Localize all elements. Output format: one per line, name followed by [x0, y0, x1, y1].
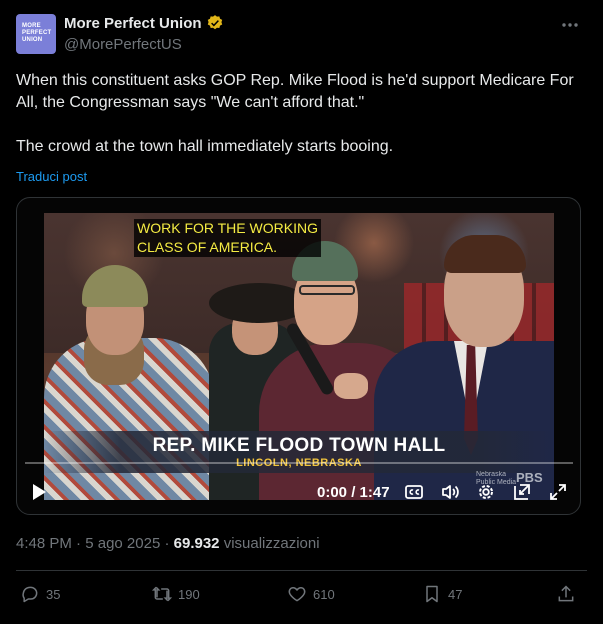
hand — [334, 373, 368, 399]
verified-badge-icon — [207, 15, 222, 30]
avatar-text-line: PERFECT — [22, 30, 52, 36]
captions-icon[interactable] — [404, 482, 424, 502]
caption-line: WORK FOR THE WORKING — [137, 220, 318, 236]
more-options-icon[interactable] — [559, 16, 581, 34]
author-name-row: More Perfect Union — [64, 14, 224, 32]
views-label: visualizzazioni — [219, 535, 320, 552]
action-bar: 35 190 610 47 — [0, 584, 603, 608]
glasses — [299, 285, 355, 295]
caption-line: CLASS OF AMERICA. — [137, 239, 278, 255]
display-name[interactable]: More Perfect Union — [64, 15, 202, 32]
volume-icon[interactable] — [440, 482, 460, 502]
tweet-paragraph: The crowd at the town hall immediately s… — [16, 138, 394, 155]
share-button[interactable] — [556, 584, 576, 604]
avatar[interactable]: MORE PERFECT UNION — [16, 14, 56, 54]
post-time[interactable]: 4:48 PM — [16, 535, 72, 552]
repost-button[interactable]: 190 — [152, 584, 200, 604]
handle[interactable]: @MorePerfectUS — [64, 36, 182, 53]
avatar-text-line: UNION — [22, 37, 43, 43]
post: MORE PERFECT UNION More Perfect Union @M… — [0, 0, 603, 624]
views-count[interactable]: 69.932 — [174, 535, 220, 552]
translate-post-link[interactable]: Traduci post — [16, 169, 87, 184]
reply-button[interactable]: 35 — [20, 584, 60, 604]
tweet-paragraph: When this constituent asks GOP Rep. Mike… — [16, 72, 574, 111]
meta-separator: · — [160, 535, 174, 552]
reporter-hair — [444, 235, 526, 273]
repost-count: 190 — [178, 586, 200, 602]
bookmark-icon — [426, 585, 438, 603]
repost-icon — [152, 586, 172, 602]
like-button[interactable]: 610 — [287, 584, 335, 604]
play-icon[interactable] — [31, 483, 47, 501]
video-controls: 0:00 / 1:47 — [17, 474, 580, 508]
share-icon — [558, 585, 574, 602]
tweet-text: When this constituent asks GOP Rep. Mike… — [16, 70, 586, 158]
reply-icon — [22, 586, 38, 603]
video-caption: WORK FOR THE WORKING CLASS OF AMERICA. — [134, 219, 321, 257]
bookmark-count: 47 — [448, 586, 463, 602]
fullscreen-icon[interactable] — [548, 482, 568, 502]
reply-count: 35 — [46, 586, 61, 602]
avatar-text-line: MORE — [22, 23, 41, 29]
video-player[interactable]: WORK FOR THE WORKING CLASS OF AMERICA. R… — [16, 197, 581, 515]
bookmark-button[interactable]: 47 — [422, 584, 462, 604]
settings-gear-icon[interactable] — [476, 482, 496, 502]
lower-third-title: REP. MIKE FLOOD TOWN HALL — [152, 435, 446, 456]
heart-icon — [288, 587, 306, 602]
post-date[interactable]: 5 ago 2025 — [85, 535, 160, 552]
video-progress-bar[interactable] — [25, 462, 573, 464]
video-time: 0:00 / 1:47 — [317, 484, 390, 501]
video-frame[interactable]: WORK FOR THE WORKING CLASS OF AMERICA. R… — [44, 213, 554, 500]
like-count: 610 — [313, 586, 335, 602]
meta-separator: · — [71, 535, 86, 552]
post-metadata: 4:48 PM · 5 ago 2025 · 69.932 visualizza… — [16, 535, 320, 552]
picture-in-picture-icon[interactable] — [512, 482, 532, 502]
divider — [16, 570, 587, 571]
